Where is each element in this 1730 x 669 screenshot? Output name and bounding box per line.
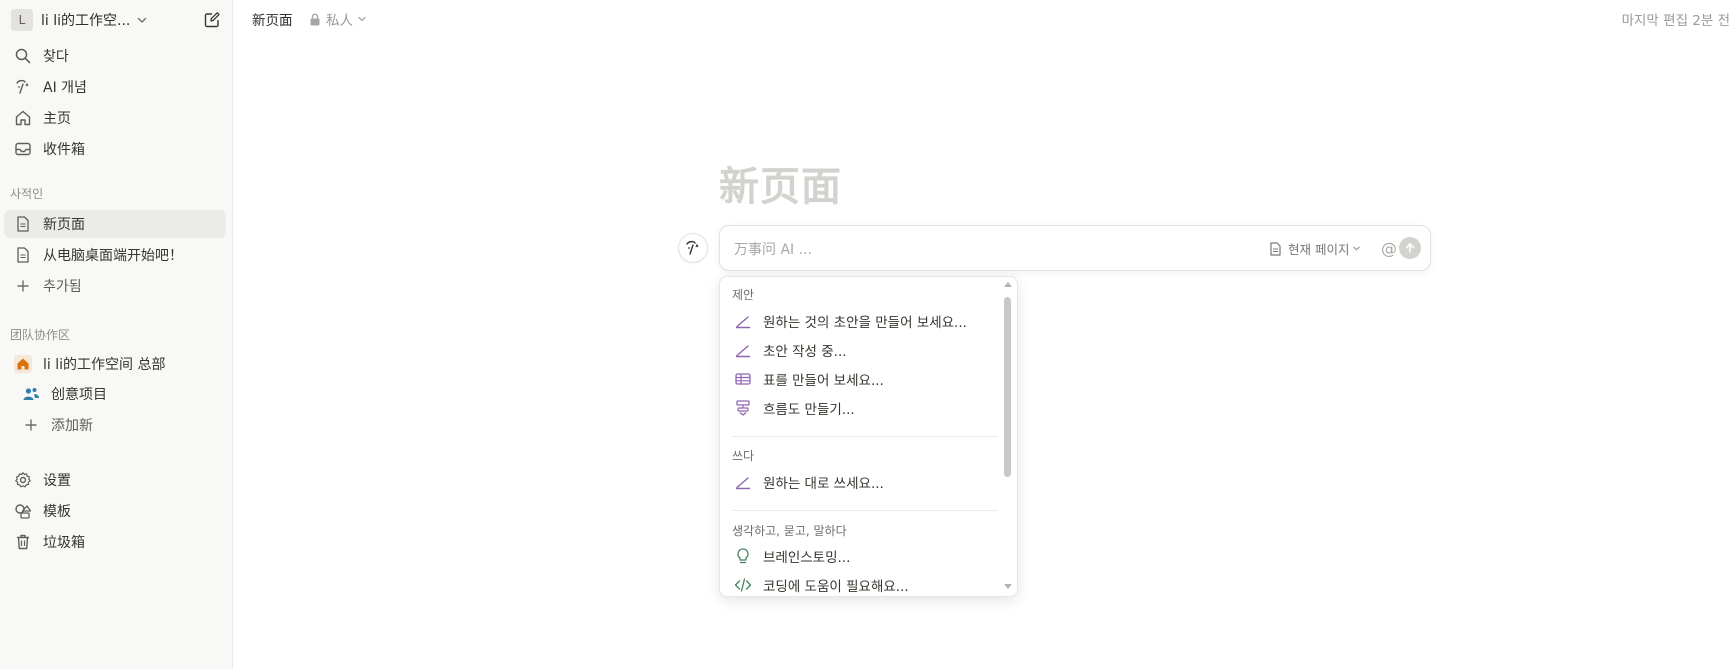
menu-item-label: 흐름도 만들기...	[763, 402, 855, 418]
menu-scrollbar[interactable]	[1004, 279, 1015, 594]
sidebar-item-team-hq[interactable]: li li的工作空间 总部	[4, 350, 226, 378]
scroll-down-icon[interactable]	[1004, 584, 1012, 589]
sidebar-item-new-page[interactable]: 新页面	[4, 210, 226, 238]
section-label-team: 团队协作区	[10, 328, 71, 342]
sidebar-item-label: 设置	[43, 473, 71, 489]
plus-icon	[12, 275, 34, 297]
ai-prompt-input[interactable]	[732, 238, 1176, 262]
send-button[interactable]	[1399, 237, 1421, 259]
people-icon	[20, 383, 42, 405]
scroll-up-icon[interactable]	[1004, 282, 1012, 287]
menu-divider	[732, 436, 998, 437]
sidebar-item-getting-started[interactable]: 从电脑桌面端开始吧！	[4, 241, 226, 269]
menu-item-label: 코딩에 도움이 필요해요...	[763, 579, 909, 595]
chevron-down-icon	[136, 14, 148, 26]
sidebar-item-ai[interactable]: AI 개념	[4, 73, 226, 101]
menu-item-write-freely[interactable]: 원하는 대로 쓰세요...	[728, 468, 998, 496]
lock-icon	[309, 13, 321, 26]
pen-icon	[732, 471, 754, 493]
workspace-switcher[interactable]: L li li的工作空...	[9, 7, 223, 33]
home-icon	[12, 107, 34, 129]
last-edited-label: 마지막 편집 2분 전	[1621, 13, 1730, 29]
sidebar-item-label: 创意项目	[51, 387, 107, 403]
sidebar-item-label: li li的工作空间 总部	[43, 357, 166, 373]
page-icon	[1269, 241, 1282, 256]
ai-prompt-box: 현재 페이지 @	[719, 225, 1431, 271]
sidebar-item-label: 主页	[43, 111, 71, 127]
sidebar-item-home[interactable]: 主页	[4, 104, 226, 132]
ai-suggestions-menu: 제안 원하는 것의 초안을 만들어 보세요... 초안 작성 중... 표를 만…	[719, 276, 1018, 597]
sidebar-item-add-private[interactable]: 추가됨	[4, 272, 226, 300]
mention-button[interactable]: @	[1378, 237, 1400, 259]
sidebar-item-templates[interactable]: 模板	[4, 497, 226, 525]
breadcrumb[interactable]: 新页面	[252, 9, 293, 29]
home-icon	[12, 353, 34, 375]
search-icon	[12, 45, 34, 67]
page-title[interactable]: 新页面	[719, 154, 842, 212]
lightbulb-icon	[732, 545, 754, 567]
page-icon	[12, 244, 34, 266]
pen-icon	[732, 310, 754, 332]
menu-section-heading: 제안	[732, 288, 755, 302]
privacy-selector[interactable]: 私人	[309, 9, 367, 29]
sidebar-item-search[interactable]: 찾다	[4, 42, 226, 70]
context-selector[interactable]: 현재 페이지	[1269, 239, 1361, 258]
sidebar-item-settings[interactable]: 设置	[4, 466, 226, 494]
gear-icon	[12, 469, 34, 491]
menu-item-label: 표를 만들어 보세요...	[763, 373, 884, 389]
flowchart-icon	[732, 397, 754, 419]
trash-icon	[12, 531, 34, 553]
plus-icon	[20, 414, 42, 436]
table-icon	[732, 368, 754, 390]
code-icon	[732, 574, 754, 596]
section-label-private: 사적인	[10, 187, 44, 201]
ai-face-icon	[12, 76, 34, 98]
menu-section-heading: 쓰다	[732, 449, 755, 463]
menu-item-make-table[interactable]: 표를 만들어 보세요...	[728, 365, 998, 393]
shapes-icon	[12, 500, 34, 522]
menu-item-label: 원하는 것의 초안을 만들어 보세요...	[763, 315, 967, 331]
context-label: 현재 페이지	[1288, 242, 1350, 257]
sidebar-item-label: 新页面	[43, 217, 85, 233]
menu-divider	[732, 510, 998, 511]
page-icon	[12, 213, 34, 235]
menu-item-drafting[interactable]: 초안 작성 중...	[728, 336, 998, 364]
privacy-label: 私人	[326, 13, 353, 29]
sidebar-item-label: 찾다	[43, 49, 69, 65]
sidebar-item-label: 添加新	[51, 418, 93, 434]
menu-item-draft-anything[interactable]: 원하는 것의 초안을 만들어 보세요...	[728, 307, 998, 335]
menu-item-label: 초안 작성 중...	[763, 344, 847, 360]
sidebar-item-creative-projects[interactable]: 创意项目	[4, 380, 226, 408]
chevron-down-icon	[1352, 244, 1361, 253]
workspace-avatar: L	[11, 9, 33, 31]
sidebar-item-label: 收件箱	[43, 142, 85, 158]
scroll-thumb[interactable]	[1004, 297, 1011, 477]
arrow-up-icon	[1405, 243, 1415, 253]
sidebar-item-label: 垃圾箱	[43, 535, 85, 551]
new-page-icon[interactable]	[201, 9, 223, 31]
inbox-icon	[12, 138, 34, 160]
menu-item-label: 브레인스토밍...	[763, 550, 851, 566]
sidebar-item-label: AI 개념	[43, 80, 87, 96]
workspace-name: li li的工作空...	[41, 13, 131, 29]
sidebar-item-label: 추가됨	[43, 279, 82, 295]
sidebar-item-add-team[interactable]: 添加新	[4, 411, 226, 439]
menu-item-label: 원하는 대로 쓰세요...	[763, 476, 884, 492]
menu-item-brainstorm[interactable]: 브레인스토밍...	[728, 542, 998, 570]
menu-section-heading: 생각하고, 묻고, 말하다	[732, 524, 847, 538]
menu-item-coding-help[interactable]: 코딩에 도움이 필요해요...	[728, 571, 998, 596]
sidebar-item-label: 模板	[43, 504, 71, 520]
ai-face-icon	[679, 234, 707, 262]
sidebar-item-trash[interactable]: 垃圾箱	[4, 528, 226, 556]
chevron-down-icon	[357, 14, 367, 24]
sidebar-item-label: 从电脑桌面端开始吧！	[43, 248, 183, 264]
pen-icon	[732, 339, 754, 361]
sidebar-item-inbox[interactable]: 收件箱	[4, 135, 226, 163]
menu-item-flowchart[interactable]: 흐름도 만들기...	[728, 394, 998, 422]
sidebar: L li li的工作空... 찾다 AI 개념 主页 收件箱 사적인 新页面 从…	[0, 0, 233, 669]
